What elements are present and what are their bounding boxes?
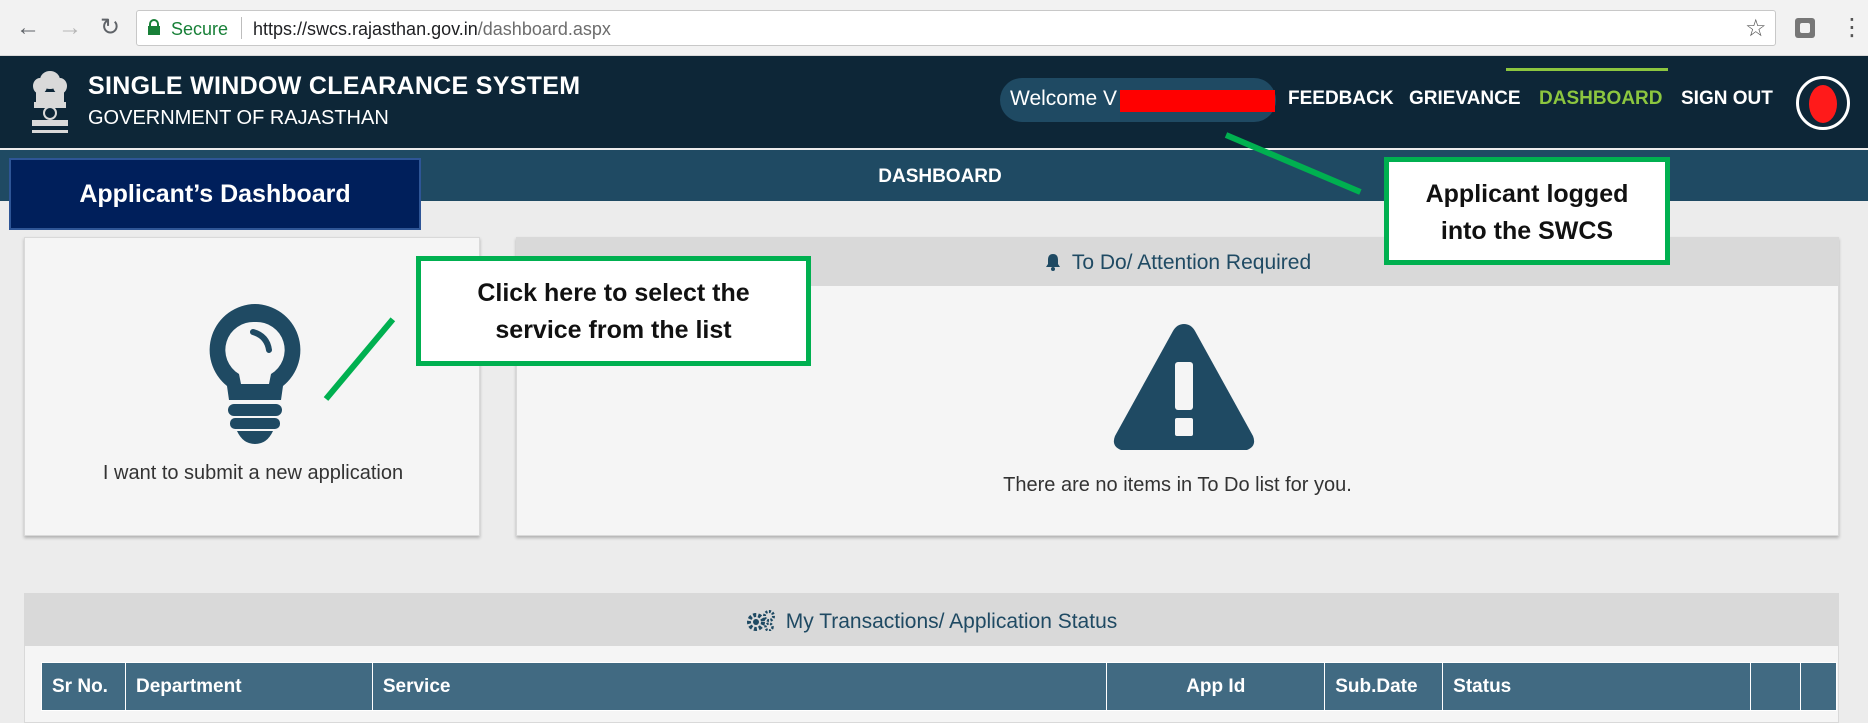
browser-toolbar: ← → ↻ Secure https://swcs.rajasthan.gov.…	[0, 0, 1868, 56]
col-sub-date[interactable]: Sub.Date	[1324, 662, 1444, 711]
address-bar[interactable]: Secure https://swcs.rajasthan.gov.in/das…	[136, 10, 1776, 46]
back-icon[interactable]: ←	[14, 14, 42, 42]
nav-active-indicator	[1506, 68, 1668, 71]
select-service-annotation-line-1: Click here to select the	[477, 279, 750, 307]
avatar[interactable]	[1796, 76, 1850, 130]
site-header: SINGLE WINDOW CLEARANCE SYSTEM GOVERNMEN…	[0, 56, 1868, 148]
transactions-header: My Transactions/ Application Status	[25, 594, 1838, 646]
transactions-title-row: My Transactions/ Application Status	[25, 609, 1838, 634]
state-emblem-icon	[32, 71, 68, 133]
url-text: https://swcs.rajasthan.gov.in/dashboard.…	[253, 19, 611, 40]
lightbulb-icon	[209, 304, 301, 444]
menu-icon[interactable]: ⋮	[1840, 13, 1864, 42]
gears-icon	[746, 610, 775, 631]
new-application-label[interactable]: I want to submit a new application	[25, 462, 481, 485]
redaction-mark	[1120, 90, 1275, 112]
col-sr-no[interactable]: Sr No.	[41, 662, 126, 711]
logged-in-annotation-line-1: Applicant logged	[1425, 180, 1629, 208]
url-path: /dashboard.aspx	[477, 19, 611, 39]
extension-icon[interactable]	[1795, 18, 1815, 38]
col-service[interactable]: Service	[371, 662, 1108, 711]
select-service-annotation: Click here to select the service from th…	[416, 256, 811, 366]
lock-icon	[148, 19, 160, 35]
url-host: https://swcs.rajasthan.gov.in	[253, 19, 478, 39]
col-action-1	[1749, 662, 1801, 711]
warning-icon	[1113, 324, 1255, 450]
todo-empty-message: There are no items in To Do list for you…	[1003, 474, 1352, 496]
col-status[interactable]: Status	[1442, 662, 1751, 711]
star-icon[interactable]: ☆	[1745, 14, 1767, 43]
transactions-title: My Transactions/ Application Status	[785, 610, 1118, 633]
logged-in-annotation-line-2: into the SWCS	[1440, 217, 1614, 245]
table-header-row: Sr No. Department Service App Id Sub.Dat…	[41, 662, 1838, 711]
reload-icon[interactable]: ↻	[96, 14, 124, 42]
welcome-text: Welcome V	[1010, 87, 1117, 110]
logged-in-annotation: Applicant logged into the SWCS	[1384, 157, 1670, 265]
site-subtitle: GOVERNMENT OF RAJASTHAN	[88, 107, 389, 129]
nav-dashboard[interactable]: DASHBOARD	[1539, 88, 1663, 110]
forward-icon[interactable]: →	[56, 14, 84, 42]
bell-icon	[1045, 254, 1060, 271]
nav-sign-out[interactable]: SIGN OUT	[1681, 88, 1773, 110]
nav-grievance[interactable]: GRIEVANCE	[1409, 88, 1521, 110]
dashboard-content: I want to submit a new application To Do…	[0, 201, 1868, 723]
url-divider	[241, 17, 242, 39]
col-department[interactable]: Department	[124, 662, 373, 711]
secure-label: Secure	[171, 19, 229, 39]
select-service-annotation-line-2: service from the list	[495, 316, 732, 344]
site-title: SINGLE WINDOW CLEARANCE SYSTEM	[88, 72, 581, 100]
col-app-id[interactable]: App Id	[1106, 662, 1326, 711]
dashboard-annotation: Applicant’s Dashboard	[9, 158, 421, 230]
col-action-2	[1799, 662, 1838, 711]
transactions-table: Sr No. Department Service App Id Sub.Dat…	[41, 662, 1838, 711]
transactions-panel: My Transactions/ Application Status Sr N…	[24, 593, 1839, 723]
todo-title: To Do/ Attention Required	[1071, 251, 1312, 274]
new-application-card[interactable]: I want to submit a new application	[24, 237, 480, 536]
nav-feedback[interactable]: FEEDBACK	[1288, 88, 1394, 110]
